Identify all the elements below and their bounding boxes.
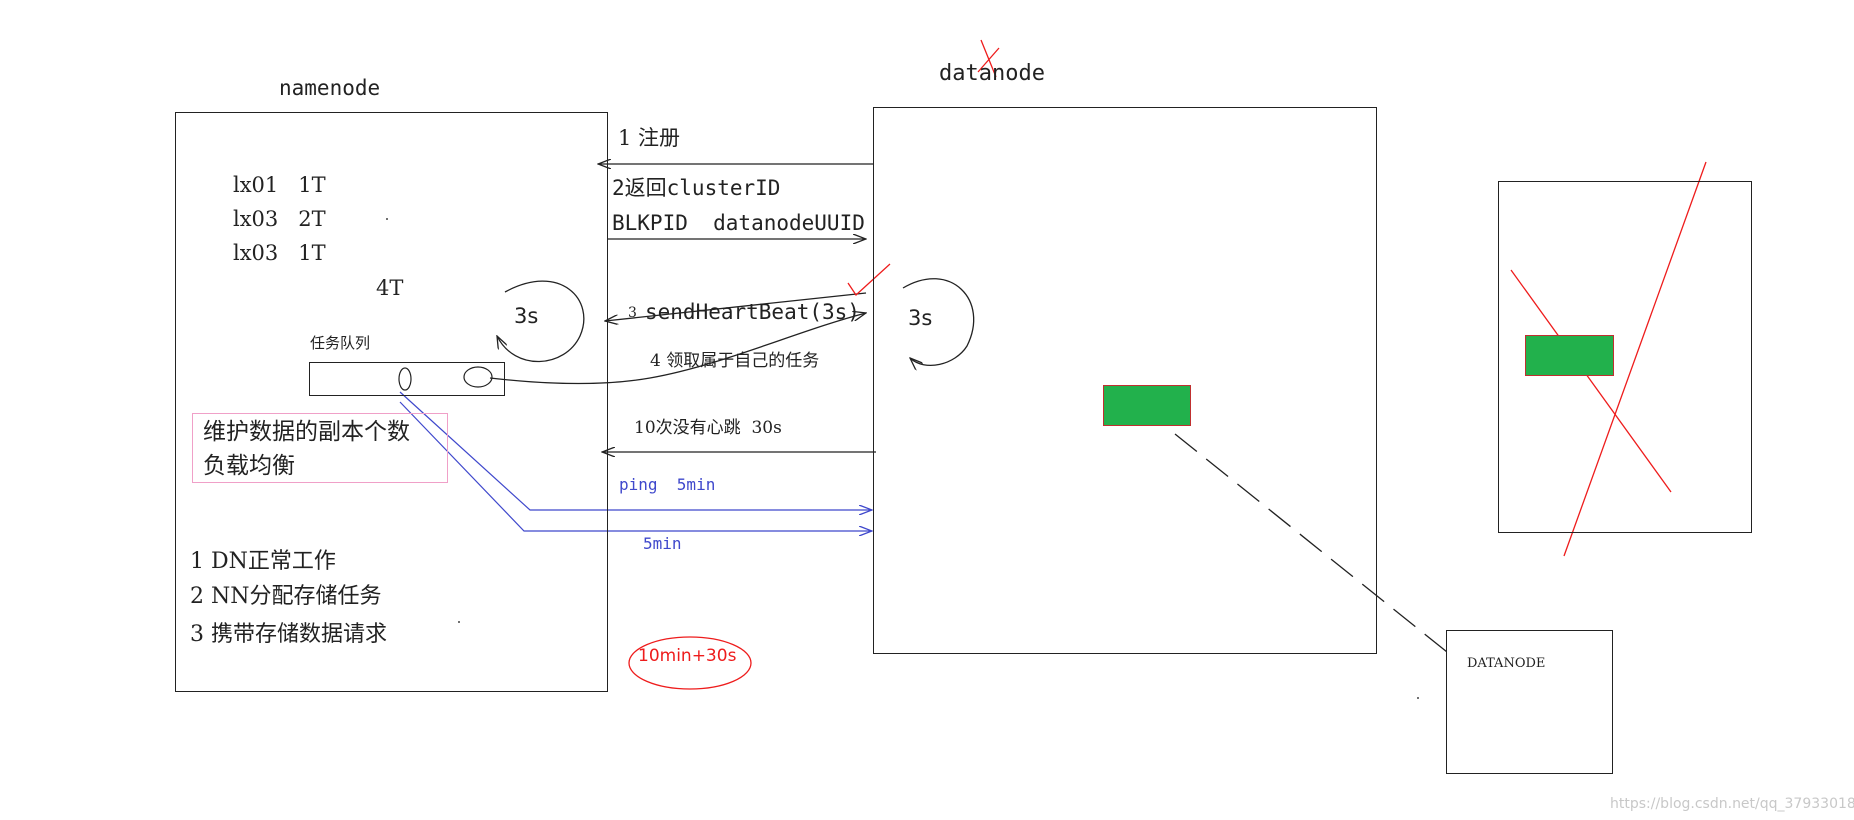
second-datanode-box: [1446, 630, 1613, 774]
duty-line: 1 DN正常工作: [190, 549, 336, 574]
return-label-line2: BLKPID datanodeUUID: [612, 211, 865, 235]
heartbeat-number: 3: [628, 305, 637, 321]
datanode-box: [873, 107, 1377, 654]
node-row: lx03 1T: [233, 241, 326, 265]
duty-line: 3 携带存储数据请求: [190, 622, 387, 647]
namenode-cycle-label: 3s: [514, 304, 539, 328]
namenode-title: namenode: [279, 76, 381, 100]
green-block-crossed: [1525, 335, 1614, 376]
total-capacity: 4T: [376, 276, 404, 300]
ping-label-2: 5min: [643, 534, 682, 553]
stray-dot: [1417, 697, 1419, 699]
pink-note-line: 负载均衡: [203, 453, 295, 479]
no-heartbeat-label: 10次没有心跳 30s: [634, 418, 782, 438]
timeout-label: 10min+30s: [638, 646, 737, 666]
datanode-cycle-label: 3s: [908, 306, 933, 330]
task-queue-box: [309, 362, 505, 396]
pink-note-line: 维护数据的副本个数: [203, 419, 410, 445]
register-label: 1 注册: [618, 126, 681, 150]
fetch-task-label: 4 领取属于自己的任务: [650, 351, 820, 371]
datanode-title: datanode: [939, 61, 1045, 86]
green-block-datanode: [1103, 385, 1191, 426]
duty-line: 2 NN分配存储任务: [190, 584, 382, 609]
node-row: lx01 1T: [233, 173, 326, 197]
heartbeat-label: sendHeartBeat(3s): [645, 300, 860, 324]
watermark: https://blog.csdn.net/qq_37933018: [1610, 796, 1854, 812]
node-row: lx03 2T: [233, 207, 326, 231]
second-datanode-label: DATANODE: [1467, 656, 1546, 671]
task-queue-label: 任务队列: [310, 334, 371, 352]
return-label-line1: 2返回clusterID: [612, 176, 781, 200]
ping-label: ping 5min: [619, 475, 716, 494]
